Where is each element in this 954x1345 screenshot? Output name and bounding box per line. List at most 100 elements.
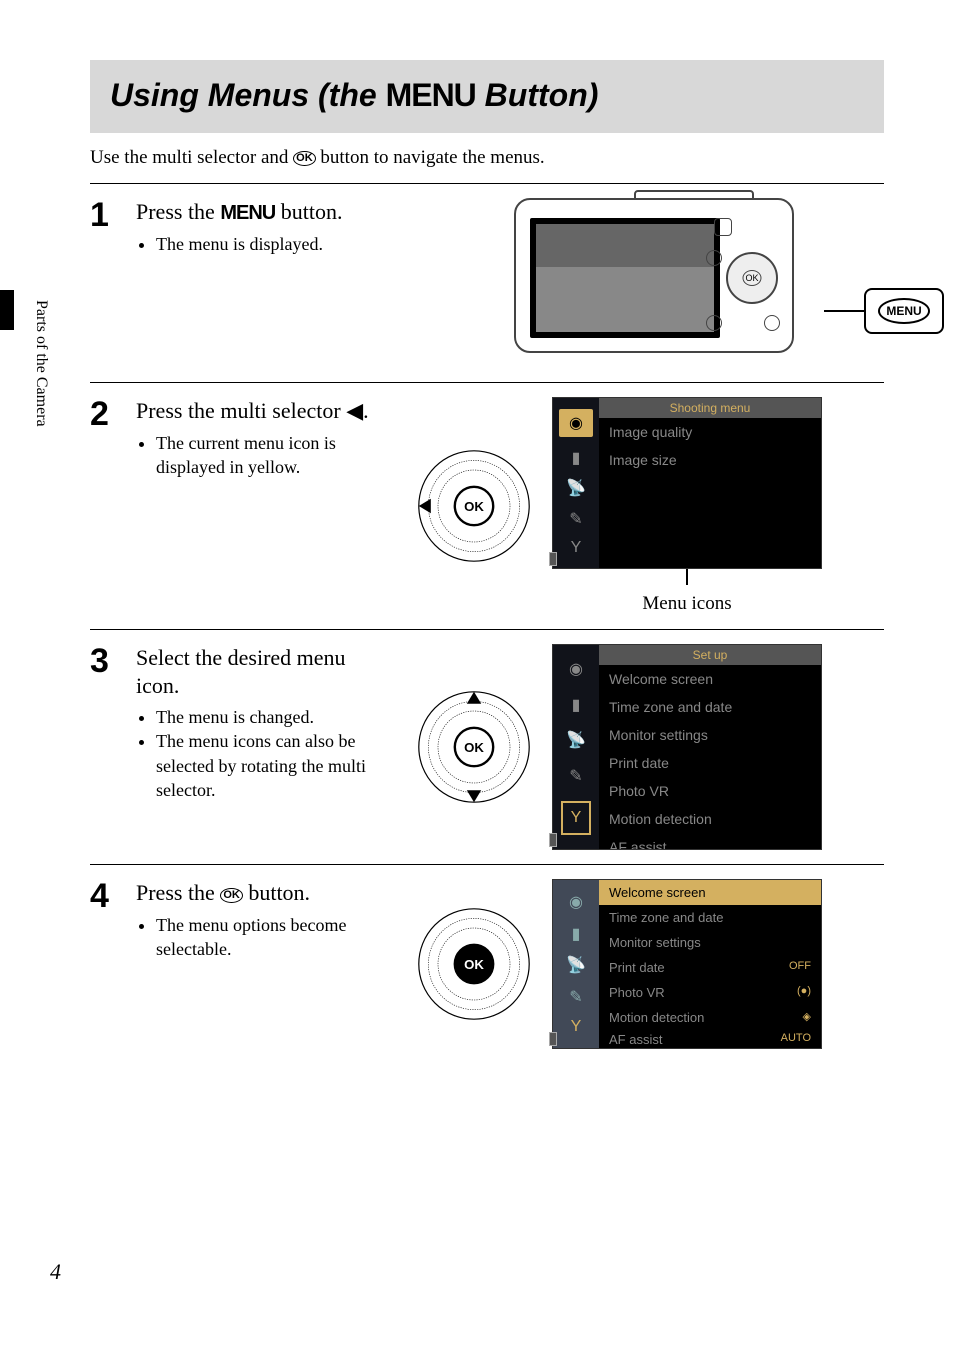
row-label: Time zone and date: [609, 910, 723, 925]
page-number: 4: [50, 1259, 61, 1285]
camera-multiselector: [726, 252, 778, 304]
menu-content: Set up Welcome screen Time zone and date…: [599, 880, 821, 1048]
svg-text:OK: OK: [464, 740, 484, 755]
menu-row: Image size: [599, 446, 821, 474]
step-1: 1 Press the MENU button. The menu is dis…: [90, 194, 884, 372]
brush-icon: ✎: [569, 509, 582, 529]
menu-content: Set up Welcome screen Time zone and date…: [599, 645, 821, 849]
menu-badge-label: MENU: [878, 298, 929, 324]
wrench-icon: Y: [571, 539, 582, 557]
s4-title-suffix: button.: [243, 880, 310, 905]
menu-row: Print date OFF: [599, 955, 821, 980]
row-val: ◈: [803, 1010, 811, 1025]
step-4-number: 4: [90, 879, 118, 913]
movie-icon: ▮: [572, 448, 581, 468]
menu-row: AF assist AUTO: [599, 1030, 821, 1046]
step-4-bullets: The menu options become selectable.: [136, 913, 396, 962]
step-3-bullets: The menu is changed. The menu icons can …: [136, 705, 396, 802]
step-1-number: 1: [90, 198, 118, 232]
battery-icon: [549, 833, 557, 847]
step-1-bullets: The menu is displayed.: [136, 232, 496, 256]
menu-header: Set up: [599, 645, 821, 665]
title-menu-word: MENU: [386, 77, 476, 113]
row-label: Print date: [609, 960, 665, 975]
menu-row: Welcome screen: [599, 665, 821, 693]
setup-menu-active-screenshot: ◉ ▮ 📡 ✎ Y Set up Welcome screen Time zon…: [552, 879, 822, 1049]
battery-icon: [549, 552, 557, 566]
intro-text: Use the multi selector and OK button to …: [90, 141, 884, 173]
menu-leader-line: [824, 310, 864, 312]
step-4-dial: OK: [414, 904, 534, 1024]
step-2-title: Press the multi selector ◀.: [136, 397, 376, 425]
s1-title-menu: MENU: [220, 202, 275, 224]
camera-icon: ◉: [569, 892, 583, 912]
intro-part1: Use the multi selector and: [90, 147, 293, 168]
menu-row: Print date: [599, 749, 821, 777]
menu-content: Shooting menu Image quality Image size: [599, 398, 821, 568]
menu-row: Time zone and date: [599, 693, 821, 721]
separator: [90, 183, 884, 184]
menu-icons-pointer: [686, 567, 688, 585]
menu-header: Shooting menu: [599, 398, 821, 418]
menu-row: Photo VR: [599, 777, 821, 805]
row-label: Monitor settings: [609, 935, 701, 950]
brush-icon: ✎: [569, 766, 582, 786]
svg-text:OK: OK: [464, 957, 484, 972]
step-4-menu-col: ◉ ▮ 📡 ✎ Y Set up Welcome screen Time zon…: [552, 879, 822, 1049]
menu-row: Photo VR(●): [599, 980, 821, 1005]
step-3-dial: OK: [414, 687, 534, 807]
multiselector-dial: OK: [414, 446, 534, 566]
menu-row: Welcome screen: [599, 880, 821, 905]
s1-bullet-1: The menu is displayed.: [156, 232, 496, 256]
camera-small-btn-3: [764, 315, 780, 331]
menu-row: AF assist: [599, 833, 821, 849]
step-3-title: Select the desired menu icon.: [136, 644, 376, 699]
s2-title-arrow: ◀: [346, 398, 363, 423]
step-4: 4 Press the OK button. The menu options …: [90, 875, 884, 1053]
ok-glyph-inline: OK: [293, 151, 316, 166]
step-3-number: 3: [90, 644, 118, 678]
antenna-icon: 📡: [566, 730, 586, 750]
row-label: Motion detection: [609, 1010, 704, 1025]
step-3-menu-col: ◉ ▮ 📡 ✎ Y Set up Welcome screen Time zon…: [552, 644, 822, 850]
s3-bullet-2: The menu icons can also be selected by r…: [156, 729, 396, 802]
menu-icons-label: Menu icons: [642, 593, 731, 615]
wrench-icon: Y: [561, 801, 592, 835]
menu-icon-sidebar: ◉ ▮ 📡 ✎ Y: [553, 398, 599, 568]
black-tab-marker: [0, 290, 14, 330]
s2-title-prefix: Press the multi selector: [136, 398, 346, 423]
step-3-body: Select the desired menu icon. The menu i…: [136, 644, 396, 802]
step-2-bullets: The current menu icon is displayed in ye…: [136, 431, 396, 480]
setup-menu-screenshot: ◉ ▮ 📡 ✎ Y Set up Welcome screen Time zon…: [552, 644, 822, 850]
s1-title-prefix: Press the: [136, 199, 220, 224]
page-title: Using Menus (the MENU Button): [110, 78, 864, 113]
title-prefix: Using Menus (the: [110, 77, 386, 113]
s2-bullet-1: The current menu icon is displayed in ye…: [156, 431, 396, 480]
camera-icon: ◉: [559, 409, 593, 437]
menu-badge: MENU: [864, 288, 944, 334]
row-val: AUTO: [781, 1032, 811, 1041]
camera-icon: ◉: [569, 659, 583, 679]
movie-icon: ▮: [572, 695, 581, 715]
camera-body: [514, 198, 794, 353]
row-val: OFF: [789, 960, 811, 975]
antenna-icon: 📡: [566, 478, 586, 498]
menu-icon-sidebar: ◉ ▮ 📡 ✎ Y: [553, 645, 599, 849]
menu-row: Monitor settings: [599, 930, 821, 955]
battery-icon: [549, 1032, 557, 1046]
s4-title-prefix: Press the: [136, 880, 220, 905]
movie-icon: ▮: [572, 924, 581, 944]
svg-text:OK: OK: [464, 499, 484, 514]
antenna-icon: 📡: [566, 955, 586, 975]
menu-row: Motion detection: [599, 805, 821, 833]
menu-icon-sidebar: ◉ ▮ 📡 ✎ Y: [553, 880, 599, 1048]
multiselector-dial: OK: [414, 904, 534, 1024]
menu-row: Monitor settings: [599, 721, 821, 749]
camera-lcd: [530, 218, 720, 338]
separator: [90, 382, 884, 383]
side-tab-label: Parts of the Camera: [32, 300, 50, 427]
s1-title-suffix: button.: [275, 199, 342, 224]
section-header: Using Menus (the MENU Button): [90, 60, 884, 133]
row-label: Welcome screen: [609, 885, 706, 900]
row-label: AF assist: [609, 1032, 662, 1041]
